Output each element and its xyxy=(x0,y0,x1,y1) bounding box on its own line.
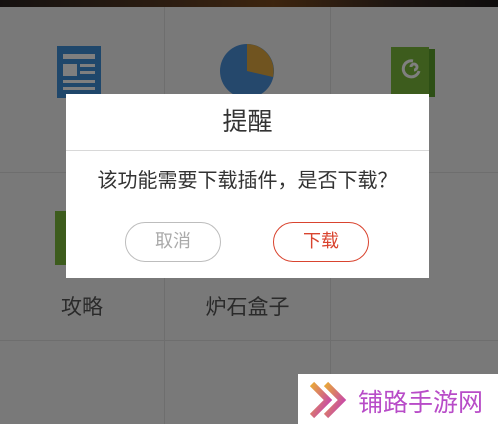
dialog-title: 提醒 xyxy=(222,107,273,136)
watermark: 铺路手游网 xyxy=(298,374,498,424)
dialog-divider xyxy=(66,150,429,151)
download-button[interactable]: 下载 xyxy=(273,222,369,262)
cancel-button[interactable]: 取消 xyxy=(125,222,221,262)
download-prompt-dialog: 提醒 该功能需要下载插件，是否下载？ 取消 下载 xyxy=(66,94,429,278)
double-chevron-logo-icon xyxy=(310,381,347,419)
watermark-text: 铺路手游网 xyxy=(358,388,484,417)
dialog-message: 该功能需要下载插件，是否下载？ xyxy=(97,168,398,192)
